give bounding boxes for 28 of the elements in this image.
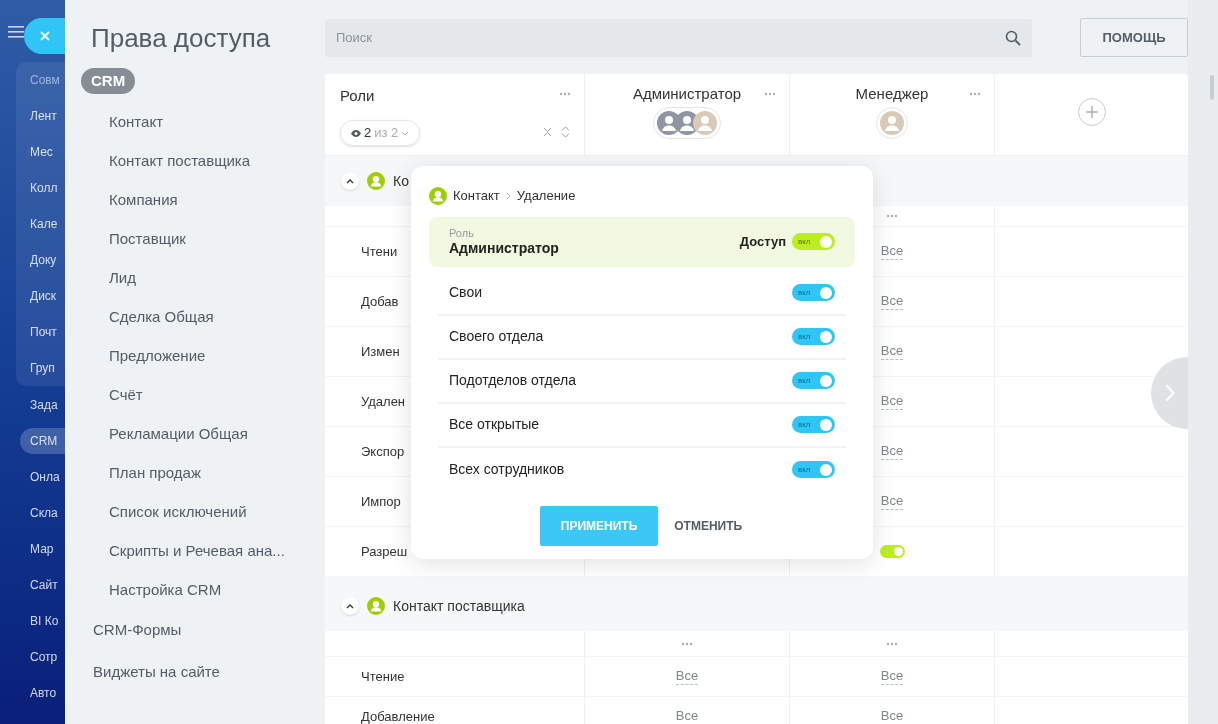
filter-total: из 2 — [374, 124, 399, 143]
section-title: Ко — [393, 171, 409, 191]
option-label: Свои — [449, 283, 482, 302]
option-label: Подотделов отдела — [449, 371, 576, 390]
permission-label: Измен — [361, 342, 400, 361]
permission-label: Удален — [361, 392, 406, 411]
permission-label: Добав — [361, 292, 399, 311]
column-title: Роли — [340, 87, 375, 104]
permission-label: Экспор — [361, 442, 405, 461]
permission-label: Разреш — [361, 542, 408, 561]
option-label: Своего отдела — [449, 327, 544, 346]
column-title: Менеджер — [855, 84, 929, 104]
page-title: Права доступа — [90, 22, 272, 54]
permission-label: Чтение — [361, 667, 405, 686]
menu-group-title: Совм — [30, 72, 60, 89]
permission-label: Добавление — [361, 707, 435, 724]
breadcrumb-item: Удаление — [516, 187, 576, 205]
role-caption: Роль — [449, 226, 475, 239]
role-name: Администратор — [449, 238, 559, 257]
filter-count: 2 — [364, 124, 372, 143]
permission-label: Чтени — [361, 242, 398, 261]
breadcrumb-item: Контакт — [453, 187, 500, 205]
access-label: Доступ — [739, 232, 786, 251]
option-label: Всех сотрудников — [449, 460, 565, 479]
section-title: Контакт поставщика — [393, 596, 525, 616]
option-label: Все открытые — [449, 415, 540, 434]
permission-label: Импор — [361, 492, 401, 511]
column-title: Администратор — [632, 84, 742, 104]
